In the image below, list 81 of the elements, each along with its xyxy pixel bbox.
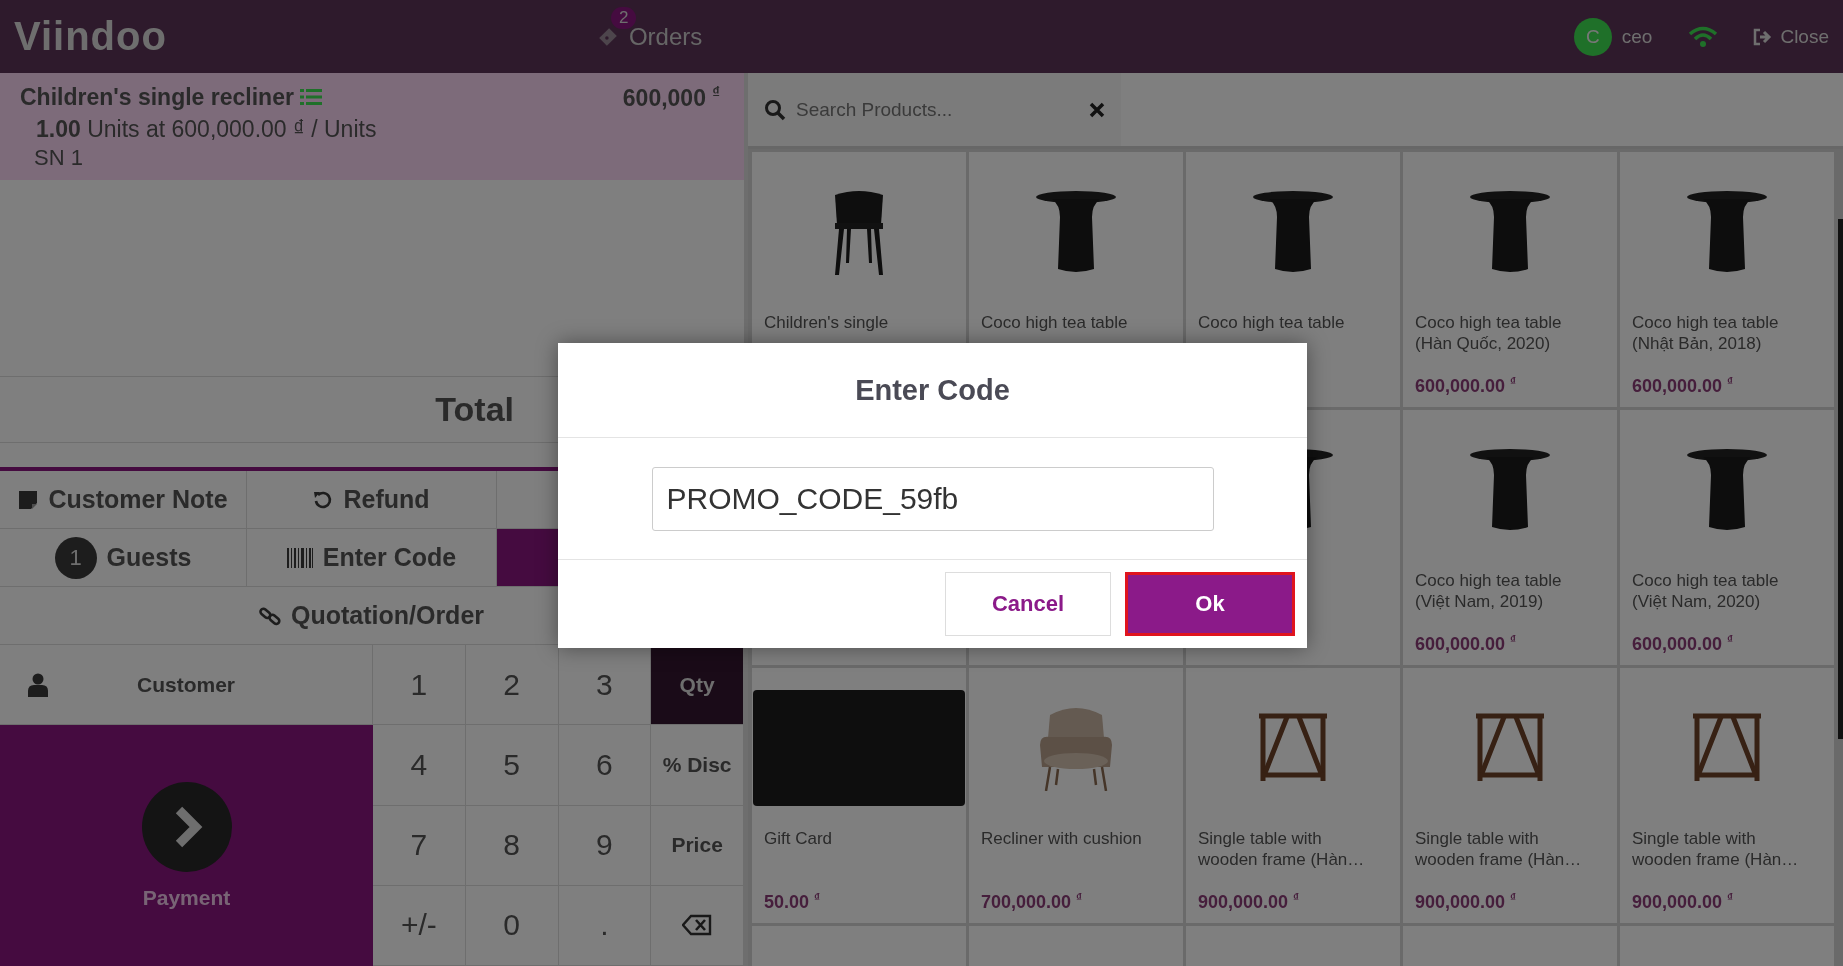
product-name: Coco high tea table (Nhật Bản, 2018) bbox=[1632, 312, 1780, 354]
product-price: 900,000.00 $^{₫}$ bbox=[1415, 890, 1518, 913]
backspace-icon bbox=[682, 914, 713, 937]
numpad-key[interactable]: 8 bbox=[465, 805, 559, 886]
product-card[interactable]: Coco high tea table (Nhật Bản, 2018) 600,000.00 $^{₫}$ bbox=[1620, 152, 1834, 407]
search-field[interactable]: Search Products... bbox=[748, 73, 1121, 146]
numpad-key[interactable]: 9 bbox=[558, 805, 652, 886]
numpad-key[interactable]: 0 bbox=[465, 885, 559, 966]
payment-button[interactable]: Payment bbox=[0, 725, 373, 966]
numpad-key[interactable]: 1 bbox=[373, 645, 466, 726]
close-button[interactable]: Close bbox=[1752, 25, 1829, 48]
user-avatar: C bbox=[1573, 17, 1612, 56]
barcode-icon bbox=[286, 547, 313, 568]
clear-icon[interactable] bbox=[1089, 101, 1105, 118]
product-name: Coco high tea table bbox=[981, 312, 1129, 333]
product-card[interactable]: Recliner with cushion 700,000.00 $^{₫}$ bbox=[969, 668, 1183, 923]
product-name: Single table with wooden frame (Hàn… bbox=[1415, 828, 1583, 870]
product-card[interactable]: Coco high tea table (Việt Nam, 2020) 600,000.00 $^{₫}$ bbox=[1620, 410, 1834, 665]
product-name: Coco high tea table (Việt Nam, 2019) bbox=[1415, 570, 1563, 612]
chevron-right-icon bbox=[141, 781, 232, 872]
product-name: Coco high tea table (Hàn Quốc, 2020) bbox=[1415, 312, 1563, 354]
serial-number: SN 1 bbox=[33, 144, 84, 171]
product-name: Single table with wooden frame (Hàn… bbox=[1198, 828, 1366, 870]
note-icon bbox=[18, 489, 39, 510]
list-icon bbox=[299, 88, 322, 107]
backspace-key[interactable] bbox=[651, 885, 744, 966]
numpad-key[interactable]: 4 bbox=[373, 725, 466, 806]
product-price: 900,000.00 $^{₫}$ bbox=[1632, 890, 1735, 913]
product-name: Gift Card bbox=[764, 828, 834, 849]
product-card[interactable]: Single table with wooden frame (Hàn… 900,000.00 $^{₫}$ bbox=[1403, 668, 1617, 923]
numpad-key[interactable]: Price bbox=[651, 805, 744, 886]
cancel-button[interactable]: Cancel bbox=[945, 572, 1111, 636]
guest-count-badge: 1 bbox=[54, 536, 97, 579]
code-input[interactable]: PROMO_CODE_59fb bbox=[651, 466, 1214, 531]
numpad-key[interactable]: Qty bbox=[651, 645, 744, 726]
product-price: 700,000.00 $^{₫}$ bbox=[981, 890, 1084, 913]
numpad-key[interactable]: +/- bbox=[373, 885, 466, 966]
numpad-key[interactable]: 7 bbox=[373, 805, 466, 886]
product-name: Children's single bbox=[764, 312, 890, 333]
product-price: 600,000.00 $^{₫}$ bbox=[1415, 374, 1518, 397]
product-price: 600,000.00 $^{₫}$ bbox=[1632, 374, 1735, 397]
product-price: 900,000.00 $^{₫}$ bbox=[1198, 890, 1301, 913]
product-name: Children's single recliner bbox=[20, 83, 294, 111]
control-button[interactable]: Enter Code bbox=[247, 529, 497, 587]
numpad-key[interactable]: 5 bbox=[465, 725, 559, 806]
product-name: Coco high tea table (Việt Nam, 2020) bbox=[1632, 570, 1780, 612]
ok-button[interactable]: Ok bbox=[1125, 572, 1295, 636]
product-card[interactable]: Single table with wooden frame (Hàn… 900,000.00 $^{₫}$ bbox=[1620, 668, 1834, 923]
product-price: 600,000.00 $^{₫}$ bbox=[1415, 632, 1518, 655]
product-name: Single table with wooden frame (Hàn… bbox=[1632, 828, 1800, 870]
line-detail: 1.00 Units at 600,000.00 ₫ / Units bbox=[35, 115, 378, 143]
wooden-table-image bbox=[1474, 713, 1546, 783]
product-name: Coco high tea table bbox=[1198, 312, 1346, 333]
product-card[interactable]: Coco high tea table (Hàn Quốc, 2020) 600,000.00 $^{₫}$ bbox=[1403, 152, 1617, 407]
undo-icon bbox=[313, 489, 334, 510]
numpad-key[interactable]: . bbox=[558, 885, 652, 966]
product-card[interactable]: Coco high tea table (Việt Nam, 2019) 600,000.00 $^{₫}$ bbox=[1403, 410, 1617, 665]
numpad-key[interactable]: 2 bbox=[465, 645, 559, 726]
line-price: 600,000 $^{₫}$ bbox=[622, 83, 720, 112]
wifi-icon bbox=[1688, 25, 1719, 48]
control-button[interactable]: Refund bbox=[247, 471, 497, 529]
product-price: 50.00 $^{₫}$ bbox=[764, 890, 822, 913]
user-name[interactable]: ceo bbox=[1621, 25, 1653, 48]
numpad-key[interactable]: 6 bbox=[558, 725, 652, 806]
search-input[interactable]: Search Products... bbox=[794, 97, 1081, 122]
order-count-badge: 2 bbox=[610, 6, 637, 29]
wooden-table-image bbox=[1691, 713, 1763, 783]
logo[interactable]: Viindoo bbox=[14, 14, 167, 59]
product-card[interactable]: Single table with wooden frame (Hàn… 900,000.00 $^{₫}$ bbox=[1186, 668, 1400, 923]
dialog-title: Enter Code bbox=[558, 343, 1307, 438]
control-button[interactable]: Customer Note bbox=[0, 471, 247, 529]
person-icon bbox=[28, 672, 48, 697]
search-icon bbox=[764, 98, 786, 121]
product-card[interactable]: Gift Card 50.00 $^{₫}$ bbox=[752, 668, 966, 923]
wooden-table-image bbox=[1257, 713, 1329, 783]
control-button[interactable]: 1 Guests bbox=[0, 529, 247, 587]
link-icon bbox=[258, 604, 281, 627]
numpad-key[interactable]: % Disc bbox=[651, 725, 744, 806]
total-label: Total bbox=[435, 390, 514, 429]
product-price: 600,000.00 $^{₫}$ bbox=[1632, 632, 1735, 655]
product-name: Recliner with cushion bbox=[981, 828, 1143, 849]
